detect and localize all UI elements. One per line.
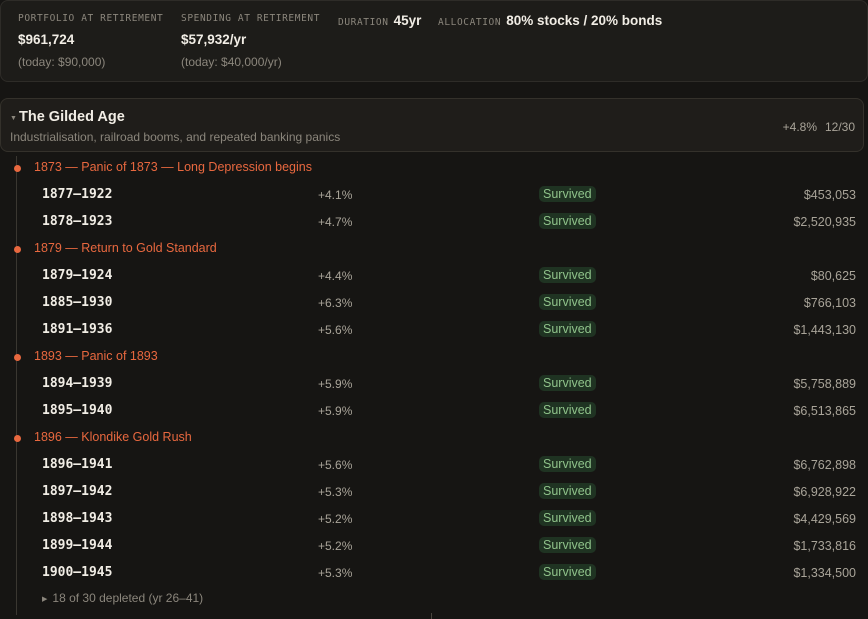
survived-badge: Survived [539, 213, 596, 229]
duration-label: DURATION [338, 17, 389, 28]
survived-badge: Survived [539, 564, 596, 580]
event-dot-icon [14, 435, 21, 442]
portfolio-label: PORTFOLIO AT RETIREMENT [18, 13, 164, 24]
event-label: 1873 — Panic of 1873 — Long Depression b… [34, 160, 312, 174]
era-average-return: +4.8% [782, 120, 817, 134]
scenario-period: 1896–1941 [42, 457, 113, 472]
survived-badge: Survived [539, 267, 596, 283]
ending-balance: $1,443,130 [793, 323, 856, 337]
ending-balance: $1,733,816 [793, 539, 856, 553]
duration-stat: DURATION 45yr [338, 13, 421, 28]
ending-balance: $6,762,898 [793, 458, 856, 472]
survived-badge: Survived [539, 186, 596, 202]
portfolio-value: $961,724 [18, 32, 75, 47]
scenario-period: 1878–1923 [42, 214, 113, 229]
depleted-summary-label: 18 of 30 depleted (yr 26–41) [52, 591, 204, 605]
ending-balance: $6,928,922 [793, 485, 856, 499]
spending-label: SPENDING AT RETIREMENT [181, 13, 321, 24]
survived-badge: Survived [539, 456, 596, 472]
era-title: The Gilded Age [19, 109, 125, 125]
scenario-row[interactable]: 1894–1939 +5.9% Survived $5,758,889 [0, 372, 868, 396]
scenario-period: 1895–1940 [42, 403, 113, 418]
scenario-period: 1900–1945 [42, 565, 113, 580]
survived-badge: Survived [539, 537, 596, 553]
scenario-period: 1899–1944 [42, 538, 113, 553]
era-description: Industrialisation, railroad booms, and r… [10, 130, 341, 144]
scenario-period: 1885–1930 [42, 295, 113, 310]
survived-badge: Survived [539, 321, 596, 337]
caret-right-icon[interactable]: ▶ [42, 596, 47, 603]
scenario-row[interactable]: 1895–1940 +5.9% Survived $6,513,865 [0, 399, 868, 423]
scenario-row[interactable]: 1898–1943 +5.2% Survived $4,429,569 [0, 507, 868, 531]
spending-today-value: (today: $40,000/yr) [181, 55, 282, 69]
ending-balance: $80,625 [810, 269, 856, 283]
event-dot-icon [14, 165, 21, 172]
scenario-return: +5.6% [318, 323, 353, 337]
scenario-return: +6.3% [318, 296, 353, 310]
scenario-return: +4.1% [318, 188, 353, 202]
duration-value: 45yr [393, 13, 422, 28]
scenario-period: 1879–1924 [42, 268, 113, 283]
ending-balance: $4,429,569 [793, 512, 856, 526]
event-dot-icon [14, 354, 21, 361]
scenario-return: +4.4% [318, 269, 353, 283]
scenario-row[interactable]: 1891–1936 +5.6% Survived $1,443,130 [0, 318, 868, 342]
scenario-return: +5.6% [318, 458, 353, 472]
survived-badge: Survived [539, 483, 596, 499]
ending-balance: $1,334,500 [793, 566, 856, 580]
scenario-row[interactable]: 1877–1922 +4.1% Survived $453,053 [0, 183, 868, 207]
survived-badge: Survived [539, 402, 596, 418]
scenario-period: 1891–1936 [42, 322, 113, 337]
ending-balance: $453,053 [803, 188, 856, 202]
scenario-row[interactable]: 1885–1930 +6.3% Survived $766,103 [0, 291, 868, 315]
allocation-value: 80% stocks / 20% bonds [506, 13, 663, 28]
scenario-row[interactable]: 1899–1944 +5.2% Survived $1,733,816 [0, 534, 868, 558]
allocation-label: ALLOCATION [438, 17, 502, 28]
scenario-row[interactable]: 1900–1945 +5.3% Survived $1,334,500 [0, 561, 868, 585]
retirement-summary-panel: PORTFOLIO AT RETIREMENT $961,724 (today:… [0, 0, 868, 82]
scenario-period: 1877–1922 [42, 187, 113, 202]
scenario-return: +5.3% [318, 566, 353, 580]
scroll-indicator [431, 613, 432, 619]
scenario-return: +5.9% [318, 377, 353, 391]
event-label: 1896 — Klondike Gold Rush [34, 430, 192, 444]
scenario-return: +5.9% [318, 404, 353, 418]
era-header-gilded-age[interactable]: ▼ The Gilded Age Industrialisation, rail… [0, 98, 864, 152]
scenario-row[interactable]: 1896–1941 +5.6% Survived $6,762,898 [0, 453, 868, 477]
ending-balance: $2,520,935 [793, 215, 856, 229]
survived-badge: Survived [539, 294, 596, 310]
spending-stat: SPENDING AT RETIREMENT $57,932/yr (today… [181, 13, 320, 69]
event-label: 1879 — Return to Gold Standard [34, 241, 217, 255]
portfolio-today-value: (today: $90,000) [18, 55, 106, 69]
ending-balance: $6,513,865 [793, 404, 856, 418]
event-label: 1893 — Panic of 1893 [34, 349, 158, 363]
scenario-row[interactable]: 1897–1942 +5.3% Survived $6,928,922 [0, 480, 868, 504]
scenario-return: +5.2% [318, 512, 353, 526]
ending-balance: $5,758,889 [793, 377, 856, 391]
event-dot-icon [14, 246, 21, 253]
scenario-row[interactable]: 1879–1924 +4.4% Survived $80,625 [0, 264, 868, 288]
scenario-period: 1898–1943 [42, 511, 113, 526]
spending-value: $57,932/yr [181, 32, 247, 47]
allocation-stat: ALLOCATION 80% stocks / 20% bonds [438, 13, 662, 28]
scenario-row[interactable]: 1878–1923 +4.7% Survived $2,520,935 [0, 210, 868, 234]
survived-badge: Survived [539, 510, 596, 526]
scenario-period: 1897–1942 [42, 484, 113, 499]
caret-down-icon[interactable]: ▼ [10, 115, 17, 122]
depleted-scenarios-toggle[interactable]: ▶ 18 of 30 depleted (yr 26–41) [42, 591, 203, 605]
scenario-period: 1894–1939 [42, 376, 113, 391]
survived-badge: Survived [539, 375, 596, 391]
era-survival-count: 12/30 [824, 120, 855, 134]
scenario-return: +4.7% [318, 215, 353, 229]
scenario-return: +5.2% [318, 539, 353, 553]
portfolio-stat: PORTFOLIO AT RETIREMENT $961,724 (today:… [18, 13, 163, 69]
ending-balance: $766,103 [803, 296, 856, 310]
scenario-return: +5.3% [318, 485, 353, 499]
